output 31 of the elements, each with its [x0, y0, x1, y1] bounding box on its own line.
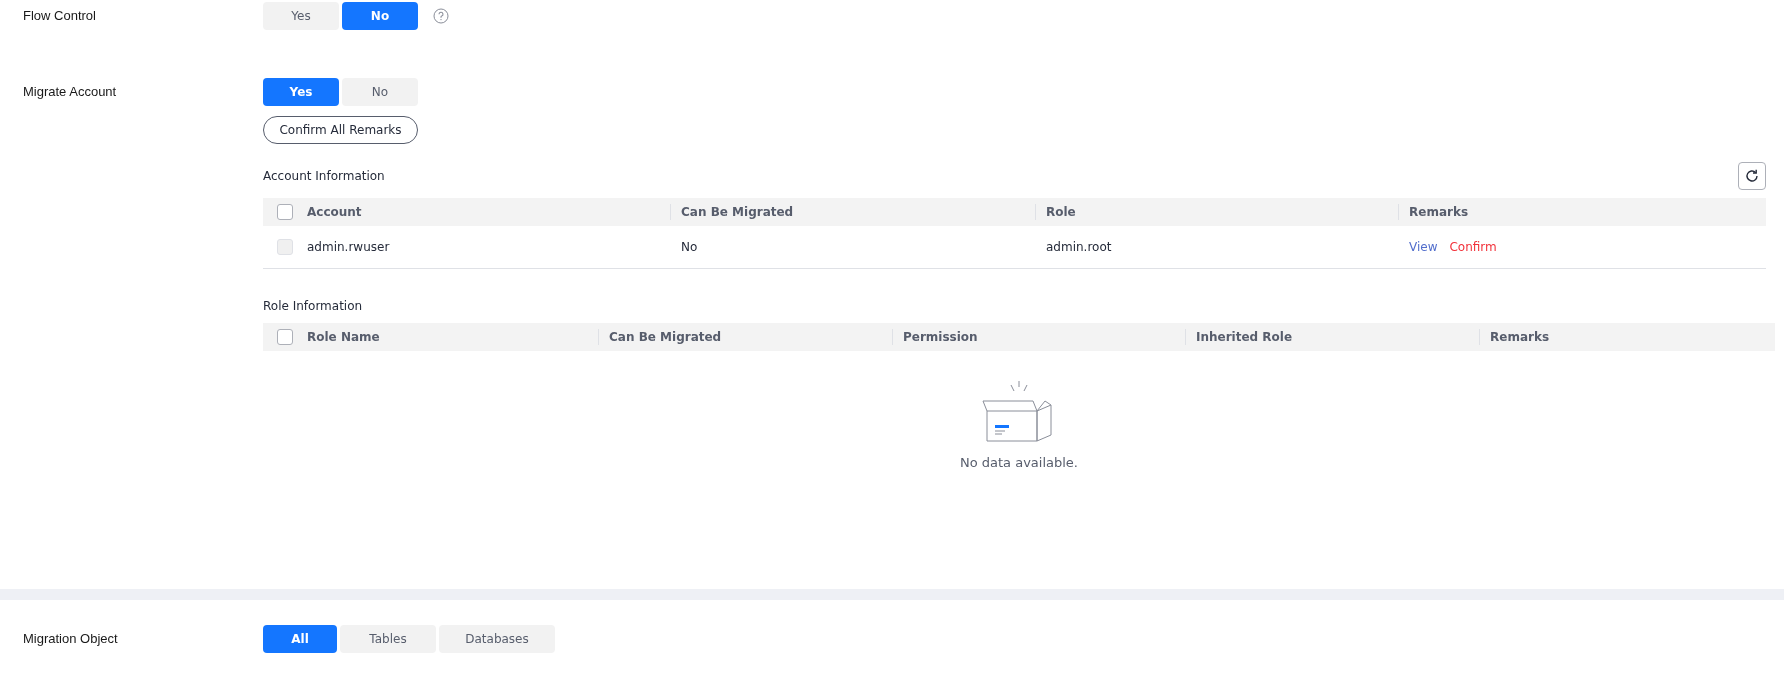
segment-option[interactable]: All	[263, 625, 337, 653]
refresh-icon	[1744, 168, 1760, 184]
segment-option[interactable]: Yes	[263, 2, 339, 30]
column-header: Permission	[892, 329, 1185, 345]
segment-option[interactable]: No	[342, 2, 418, 30]
segment-option[interactable]: Tables	[340, 625, 436, 653]
column-header: Role Name	[307, 329, 381, 345]
refresh-button[interactable]	[1738, 162, 1766, 190]
empty-message: No data available.	[959, 455, 1078, 470]
column-header: Can Be Migrated	[670, 204, 1035, 220]
column-header: Role	[1035, 204, 1398, 220]
help-icon[interactable]	[433, 8, 449, 24]
column-header: Account	[307, 204, 363, 220]
table-cell-text: admin.rwuser	[307, 240, 391, 254]
confirm-all-remarks-button[interactable]: Confirm All Remarks	[263, 116, 418, 144]
table-cell-text: admin.root	[1045, 240, 1113, 254]
field-label: Flow Control	[23, 7, 97, 25]
field-label: Migrate Account	[23, 83, 118, 101]
column-header: Remarks	[1398, 204, 1766, 220]
field-label: Migration Object	[23, 630, 119, 648]
segment-option[interactable]: No	[342, 78, 418, 106]
column-header: Can Be Migrated	[598, 329, 892, 345]
checkbox[interactable]	[277, 204, 293, 220]
segment-option[interactable]: Databases	[439, 625, 555, 653]
column-header: Inherited Role	[1185, 329, 1479, 345]
section-title: Account Information	[263, 169, 385, 183]
segment-option[interactable]: Yes	[263, 78, 339, 106]
section-title: Role Information	[263, 299, 363, 313]
table-cell-text: No	[680, 240, 699, 254]
column-header: Remarks	[1479, 329, 1775, 345]
checkbox[interactable]	[277, 329, 293, 345]
